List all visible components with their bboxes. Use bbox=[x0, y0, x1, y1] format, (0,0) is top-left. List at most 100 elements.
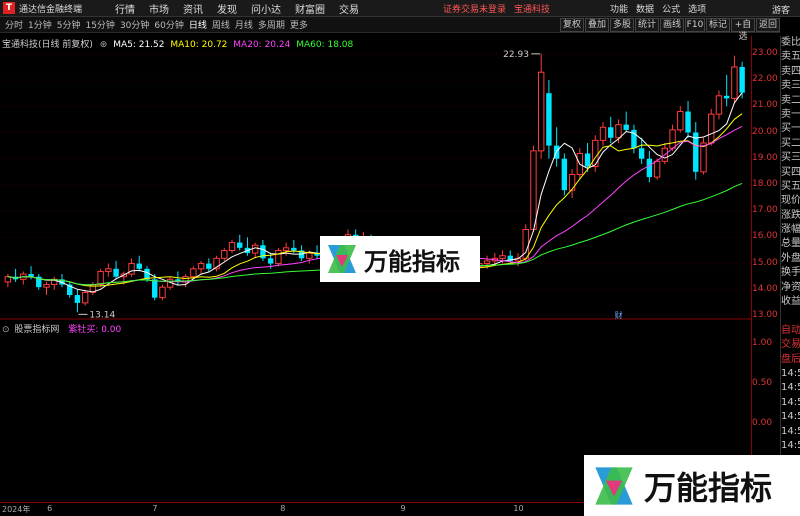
candle bbox=[36, 274, 42, 290]
candle bbox=[66, 281, 73, 298]
period-monthly[interactable]: 月线 bbox=[235, 18, 253, 31]
menu-wealth[interactable]: 财富圈 bbox=[295, 1, 325, 16]
side-panel-item: 14:5 bbox=[781, 367, 800, 379]
guest-label[interactable]: 游客 bbox=[772, 3, 790, 16]
candle-body bbox=[715, 95, 723, 115]
candle-body bbox=[592, 139, 599, 168]
overlay-button[interactable]: 叠加 bbox=[585, 18, 609, 32]
period-more[interactable]: 更多 bbox=[290, 18, 308, 31]
side-panel-item: 外盘 bbox=[781, 252, 800, 264]
period-15min[interactable]: 15分钟 bbox=[85, 18, 114, 31]
add-watchlist-button[interactable]: +自选 bbox=[731, 18, 755, 42]
candle-body bbox=[568, 173, 576, 191]
candle-body bbox=[623, 124, 629, 130]
menu-quotes[interactable]: 行情 bbox=[115, 1, 135, 16]
menu-news[interactable]: 资讯 bbox=[183, 1, 203, 16]
candle-body bbox=[685, 111, 691, 133]
period-intraday[interactable]: 分时 bbox=[5, 18, 23, 31]
candle bbox=[546, 80, 552, 159]
quote-side-panel: 委比 卖五 卖四 卖三 卖二 卖一 买一 买二 买三 买四 买五 现价 涨跌 涨幅 总量 外盘 换手 净资 收益 自动… bbox=[780, 36, 800, 516]
candle bbox=[568, 169, 576, 199]
side-panel-item: 现价 bbox=[781, 195, 800, 207]
mark-button[interactable]: 标记 bbox=[706, 18, 730, 32]
price-tick: 18.00 bbox=[752, 178, 778, 189]
side-panel-item: 交易 bbox=[781, 339, 800, 351]
f10-button[interactable]: F10 bbox=[685, 18, 705, 32]
menu-function[interactable]: 功能 bbox=[610, 2, 628, 15]
side-panel-item: 买二 bbox=[781, 137, 800, 149]
side-panel-item: 买一 bbox=[781, 123, 800, 135]
period-multi[interactable]: 多周期 bbox=[258, 18, 285, 31]
candle-body bbox=[128, 263, 135, 275]
candle-body bbox=[615, 124, 622, 139]
candle-body bbox=[731, 66, 738, 99]
stats-button[interactable]: 统计 bbox=[635, 18, 659, 32]
gear-icon[interactable]: ⊛ bbox=[100, 40, 108, 50]
finance-marker[interactable]: 财 bbox=[615, 310, 623, 320]
candle-body bbox=[275, 249, 282, 265]
candle-body bbox=[723, 95, 730, 99]
side-panel-item: 14:5 bbox=[781, 411, 800, 423]
candle bbox=[677, 106, 684, 133]
period-60min[interactable]: 60分钟 bbox=[154, 18, 183, 31]
candle bbox=[553, 127, 560, 167]
settings-icon[interactable]: ⊙ bbox=[2, 325, 10, 335]
date-tick: 2024年 bbox=[2, 505, 31, 514]
candle-body bbox=[113, 268, 119, 277]
candle-body bbox=[739, 66, 745, 93]
adjust-button[interactable]: 复权 bbox=[560, 18, 584, 32]
side-panel-item: 买三 bbox=[781, 152, 800, 164]
price-tick: 15.00 bbox=[752, 257, 778, 268]
candle bbox=[723, 74, 730, 107]
date-tick: 9 bbox=[400, 504, 406, 513]
candle bbox=[244, 237, 251, 256]
period-1min[interactable]: 1分钟 bbox=[28, 18, 52, 31]
candle-body bbox=[306, 252, 313, 259]
login-notice[interactable]: 证券交易未登录 bbox=[443, 2, 506, 15]
ma20-label: MA20: 20.24 bbox=[233, 40, 291, 50]
period-toolbar: 分时 1分钟 5分钟 15分钟 30分钟 60分钟 日线 周线 月线 多周期 更… bbox=[0, 17, 780, 42]
side-panel-item: 14:5 bbox=[781, 396, 800, 408]
stock-header: 宝通科技(日线 前复权) ⊛ MA5: 21.52 MA10: 20.72 MA… bbox=[2, 37, 353, 50]
candle-body bbox=[700, 142, 707, 173]
candle bbox=[74, 289, 81, 313]
side-panel-item: 盘后 bbox=[781, 353, 800, 365]
menu-options[interactable]: 选项 bbox=[688, 2, 706, 15]
candle-body bbox=[152, 279, 158, 298]
date-tick: 7 bbox=[152, 504, 158, 513]
candle-body bbox=[708, 113, 715, 144]
candle bbox=[530, 145, 537, 233]
multi-stock-button[interactable]: 多股 bbox=[610, 18, 634, 32]
period-30min[interactable]: 30分钟 bbox=[120, 18, 149, 31]
candle bbox=[608, 116, 614, 143]
stock-tag: 宝通科技 bbox=[514, 4, 551, 15]
candle-body bbox=[608, 127, 614, 138]
candle-body bbox=[584, 153, 591, 167]
menu-trade[interactable]: 交易 bbox=[339, 1, 359, 16]
period-daily[interactable]: 日线 bbox=[189, 18, 207, 31]
menu-data[interactable]: 数据 bbox=[636, 2, 654, 15]
menu-formula[interactable]: 公式 bbox=[662, 2, 680, 15]
candle-body bbox=[136, 263, 142, 269]
low-price-label: 13.14 bbox=[89, 310, 115, 320]
menu-market[interactable]: 市场 bbox=[149, 1, 169, 16]
candle-body bbox=[546, 93, 552, 146]
candle-body bbox=[197, 263, 205, 270]
candle bbox=[314, 245, 320, 259]
side-panel-item: 总量 bbox=[781, 238, 800, 250]
candle bbox=[592, 135, 599, 172]
price-tick: 22.00 bbox=[752, 74, 778, 85]
menu-discover[interactable]: 发现 bbox=[217, 1, 237, 16]
draw-button[interactable]: 画线 bbox=[660, 18, 684, 32]
period-weekly[interactable]: 周线 bbox=[212, 18, 230, 31]
menu-ask[interactable]: 问小达 bbox=[251, 1, 281, 16]
ma10-label: MA10: 20.72 bbox=[170, 40, 228, 50]
sub-tick: 0.00 bbox=[752, 418, 773, 428]
period-5min[interactable]: 5分钟 bbox=[57, 18, 81, 31]
watermark-corner: 万能指标 bbox=[584, 455, 800, 516]
stock-title: 宝通科技(日线 前复权) bbox=[2, 40, 93, 50]
watermark-text: 万能指标 bbox=[644, 468, 773, 507]
candle-body bbox=[43, 284, 50, 288]
title-bar: T 通达信金融终端 行情 市场 资讯 发现 问小达 财富圈 交易 证券交易未登录… bbox=[0, 0, 800, 17]
back-button[interactable]: 返回 bbox=[756, 18, 780, 32]
